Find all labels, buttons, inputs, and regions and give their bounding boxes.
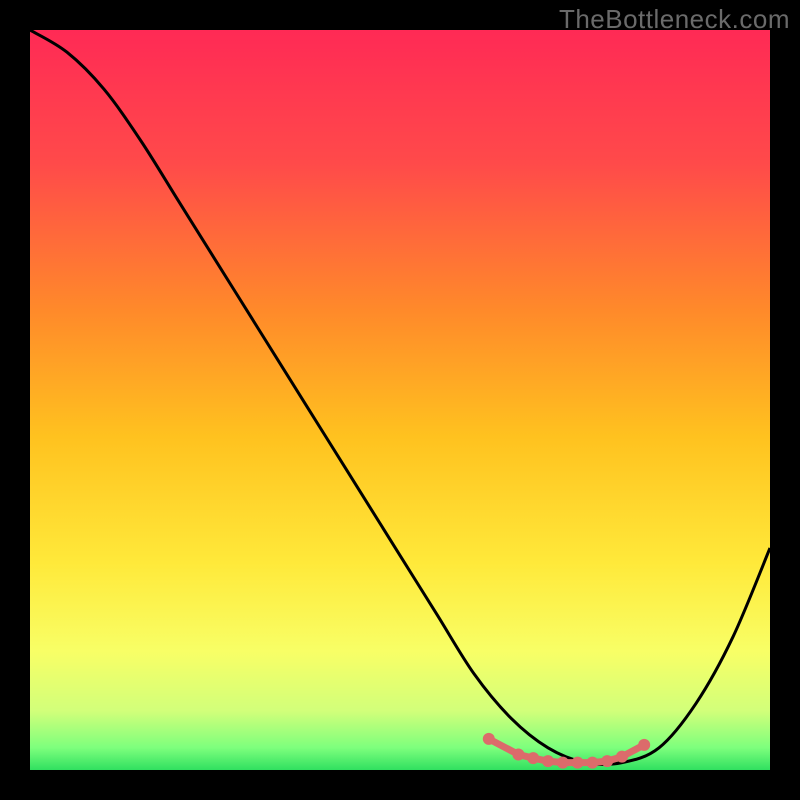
sweet-spot-marker: [572, 757, 584, 769]
bottleneck-curve: [30, 30, 770, 764]
sweet-spot-marker: [601, 755, 613, 767]
sweet-spot-marker: [512, 748, 524, 760]
sweet-spot-marker: [527, 752, 539, 764]
sweet-spot-marker: [586, 757, 598, 769]
sweet-spot-marker: [542, 755, 554, 767]
sweet-spot-marker: [483, 733, 495, 745]
sweet-spot-marker: [638, 739, 650, 751]
sweet-spot-marker: [616, 751, 628, 763]
plot-area: [30, 30, 770, 770]
curve-layer: [30, 30, 770, 770]
watermark-text: TheBottleneck.com: [559, 4, 790, 35]
chart-container: TheBottleneck.com: [0, 0, 800, 800]
sweet-spot-marker: [557, 757, 569, 769]
